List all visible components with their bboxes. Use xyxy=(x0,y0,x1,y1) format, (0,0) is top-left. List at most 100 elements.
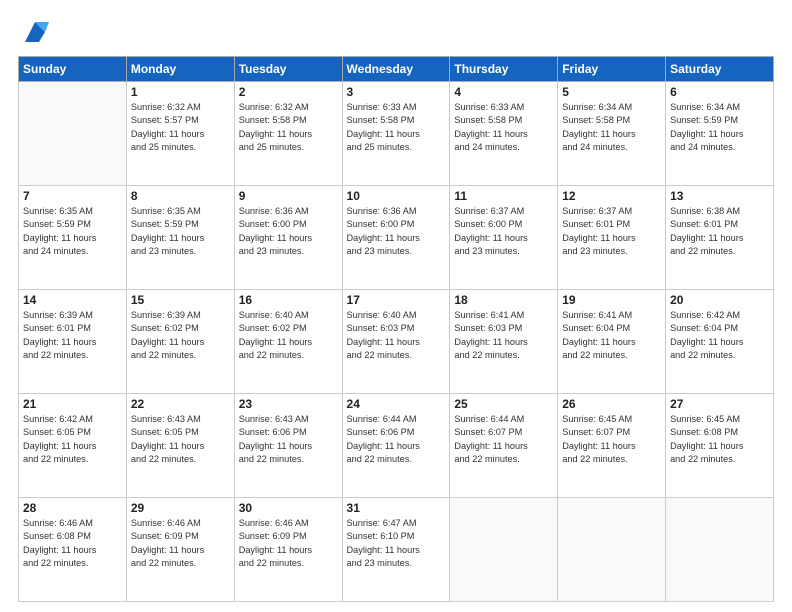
calendar-cell: 23 Sunrise: 6:43 AM Sunset: 6:06 PM Dayli… xyxy=(234,394,342,498)
calendar-week-3: 14 Sunrise: 6:39 AM Sunset: 6:01 PM Dayli… xyxy=(19,290,774,394)
calendar-cell: 7Sunrise: 6:35 AM Sunset: 5:59 PM Daylig… xyxy=(19,186,127,290)
day-info: Sunrise: 6:45 AM Sunset: 6:07 PM Dayligh… xyxy=(562,413,661,466)
day-number: 7 xyxy=(23,189,122,203)
calendar-cell: 19Sunrise: 6:41 AM Sunset: 6:04 PM Dayli… xyxy=(558,290,666,394)
calendar-cell: 10 Sunrise: 6:36 AM Sunset: 6:00 PM Dayli… xyxy=(342,186,450,290)
day-number: 18 xyxy=(454,293,553,307)
day-info: Sunrise: 6:41 AM Sunset: 6:03 PM Dayligh… xyxy=(454,309,553,362)
day-number: 26 xyxy=(562,397,661,411)
weekday-monday: Monday xyxy=(126,57,234,82)
calendar-cell: 17Sunrise: 6:40 AM Sunset: 6:03 PM Dayli… xyxy=(342,290,450,394)
day-number: 1 xyxy=(131,85,230,99)
calendar-cell: 1 Sunrise: 6:32 AM Sunset: 5:57 PM Daylig… xyxy=(126,82,234,186)
calendar-cell: 8 Sunrise: 6:35 AM Sunset: 5:59 PM Daylig… xyxy=(126,186,234,290)
weekday-saturday: Saturday xyxy=(666,57,774,82)
day-info: Sunrise: 6:38 AM Sunset: 6:01 PM Dayligh… xyxy=(670,205,769,258)
calendar-cell: 25Sunrise: 6:44 AM Sunset: 6:07 PM Dayli… xyxy=(450,394,558,498)
day-info: Sunrise: 6:44 AM Sunset: 6:06 PM Dayligh… xyxy=(347,413,446,466)
day-number: 23 xyxy=(239,397,338,411)
calendar-cell: 29Sunrise: 6:46 AM Sunset: 6:09 PM Dayli… xyxy=(126,498,234,602)
calendar-cell: 20Sunrise: 6:42 AM Sunset: 6:04 PM Dayli… xyxy=(666,290,774,394)
calendar-cell xyxy=(558,498,666,602)
page: SundayMondayTuesdayWednesdayThursdayFrid… xyxy=(0,0,792,612)
day-number: 19 xyxy=(562,293,661,307)
calendar-cell: 26 Sunrise: 6:45 AM Sunset: 6:07 PM Dayli… xyxy=(558,394,666,498)
day-number: 6 xyxy=(670,85,769,99)
day-info: Sunrise: 6:32 AM Sunset: 5:58 PM Dayligh… xyxy=(239,101,338,154)
day-info: Sunrise: 6:36 AM Sunset: 6:00 PM Dayligh… xyxy=(347,205,446,258)
calendar-week-2: 7 Sunrise: 6:35 AM Sunset: 5:59 PM Daylig… xyxy=(19,186,774,290)
day-number: 24 xyxy=(347,397,446,411)
calendar-week-1: 1 Sunrise: 6:32 AM Sunset: 5:57 PM Daylig… xyxy=(19,82,774,186)
day-number: 5 xyxy=(562,85,661,99)
day-number: 13 xyxy=(670,189,769,203)
calendar-cell: 21 Sunrise: 6:42 AM Sunset: 6:05 PM Dayli… xyxy=(19,394,127,498)
weekday-thursday: Thursday xyxy=(450,57,558,82)
day-info: Sunrise: 6:46 AM Sunset: 6:09 PM Dayligh… xyxy=(131,517,230,570)
weekday-wednesday: Wednesday xyxy=(342,57,450,82)
calendar-cell: 14 Sunrise: 6:39 AM Sunset: 6:01 PM Dayli… xyxy=(19,290,127,394)
day-info: Sunrise: 6:33 AM Sunset: 5:58 PM Dayligh… xyxy=(347,101,446,154)
day-number: 4 xyxy=(454,85,553,99)
day-number: 9 xyxy=(239,189,338,203)
day-info: Sunrise: 6:39 AM Sunset: 6:02 PM Dayligh… xyxy=(131,309,230,362)
calendar-cell: 15 Sunrise: 6:39 AM Sunset: 6:02 PM Dayli… xyxy=(126,290,234,394)
weekday-sunday: Sunday xyxy=(19,57,127,82)
day-number: 10 xyxy=(347,189,446,203)
calendar-week-5: 28 Sunrise: 6:46 AM Sunset: 6:08 PM Dayli… xyxy=(19,498,774,602)
calendar-cell: 28 Sunrise: 6:46 AM Sunset: 6:08 PM Dayli… xyxy=(19,498,127,602)
day-info: Sunrise: 6:46 AM Sunset: 6:08 PM Dayligh… xyxy=(23,517,122,570)
day-info: Sunrise: 6:39 AM Sunset: 6:01 PM Dayligh… xyxy=(23,309,122,362)
day-info: Sunrise: 6:36 AM Sunset: 6:00 PM Dayligh… xyxy=(239,205,338,258)
calendar-cell xyxy=(19,82,127,186)
day-info: Sunrise: 6:37 AM Sunset: 6:01 PM Dayligh… xyxy=(562,205,661,258)
logo xyxy=(18,18,49,46)
calendar-cell: 24 Sunrise: 6:44 AM Sunset: 6:06 PM Dayli… xyxy=(342,394,450,498)
calendar-cell: 30 Sunrise: 6:46 AM Sunset: 6:09 PM Dayli… xyxy=(234,498,342,602)
day-info: Sunrise: 6:42 AM Sunset: 6:05 PM Dayligh… xyxy=(23,413,122,466)
day-info: Sunrise: 6:35 AM Sunset: 5:59 PM Dayligh… xyxy=(131,205,230,258)
calendar-cell: 13 Sunrise: 6:38 AM Sunset: 6:01 PM Dayli… xyxy=(666,186,774,290)
header xyxy=(18,18,774,46)
day-number: 15 xyxy=(131,293,230,307)
day-number: 27 xyxy=(670,397,769,411)
weekday-friday: Friday xyxy=(558,57,666,82)
calendar-cell: 11 Sunrise: 6:37 AM Sunset: 6:00 PM Dayli… xyxy=(450,186,558,290)
day-info: Sunrise: 6:47 AM Sunset: 6:10 PM Dayligh… xyxy=(347,517,446,570)
calendar-cell: 31 Sunrise: 6:47 AM Sunset: 6:10 PM Dayli… xyxy=(342,498,450,602)
day-info: Sunrise: 6:43 AM Sunset: 6:05 PM Dayligh… xyxy=(131,413,230,466)
day-info: Sunrise: 6:40 AM Sunset: 6:02 PM Dayligh… xyxy=(239,309,338,362)
day-number: 22 xyxy=(131,397,230,411)
day-number: 31 xyxy=(347,501,446,515)
calendar-cell: 12Sunrise: 6:37 AM Sunset: 6:01 PM Dayli… xyxy=(558,186,666,290)
calendar-cell: 4Sunrise: 6:33 AM Sunset: 5:58 PM Daylig… xyxy=(450,82,558,186)
calendar-cell: 3Sunrise: 6:33 AM Sunset: 5:58 PM Daylig… xyxy=(342,82,450,186)
day-number: 14 xyxy=(23,293,122,307)
calendar-cell: 27 Sunrise: 6:45 AM Sunset: 6:08 PM Dayli… xyxy=(666,394,774,498)
day-number: 25 xyxy=(454,397,553,411)
day-info: Sunrise: 6:42 AM Sunset: 6:04 PM Dayligh… xyxy=(670,309,769,362)
day-info: Sunrise: 6:37 AM Sunset: 6:00 PM Dayligh… xyxy=(454,205,553,258)
day-number: 21 xyxy=(23,397,122,411)
day-info: Sunrise: 6:43 AM Sunset: 6:06 PM Dayligh… xyxy=(239,413,338,466)
day-number: 16 xyxy=(239,293,338,307)
calendar-cell: 16 Sunrise: 6:40 AM Sunset: 6:02 PM Dayli… xyxy=(234,290,342,394)
day-number: 8 xyxy=(131,189,230,203)
weekday-tuesday: Tuesday xyxy=(234,57,342,82)
calendar-cell: 9 Sunrise: 6:36 AM Sunset: 6:00 PM Daylig… xyxy=(234,186,342,290)
calendar-table: SundayMondayTuesdayWednesdayThursdayFrid… xyxy=(18,56,774,602)
calendar-cell xyxy=(450,498,558,602)
day-info: Sunrise: 6:45 AM Sunset: 6:08 PM Dayligh… xyxy=(670,413,769,466)
day-number: 17 xyxy=(347,293,446,307)
day-info: Sunrise: 6:32 AM Sunset: 5:57 PM Dayligh… xyxy=(131,101,230,154)
day-number: 2 xyxy=(239,85,338,99)
day-number: 28 xyxy=(23,501,122,515)
logo-icon xyxy=(21,18,49,46)
day-info: Sunrise: 6:46 AM Sunset: 6:09 PM Dayligh… xyxy=(239,517,338,570)
calendar-cell: 5Sunrise: 6:34 AM Sunset: 5:58 PM Daylig… xyxy=(558,82,666,186)
calendar-cell: 22 Sunrise: 6:43 AM Sunset: 6:05 PM Dayli… xyxy=(126,394,234,498)
calendar-cell: 6Sunrise: 6:34 AM Sunset: 5:59 PM Daylig… xyxy=(666,82,774,186)
calendar-cell: 2 Sunrise: 6:32 AM Sunset: 5:58 PM Daylig… xyxy=(234,82,342,186)
day-number: 30 xyxy=(239,501,338,515)
day-number: 11 xyxy=(454,189,553,203)
